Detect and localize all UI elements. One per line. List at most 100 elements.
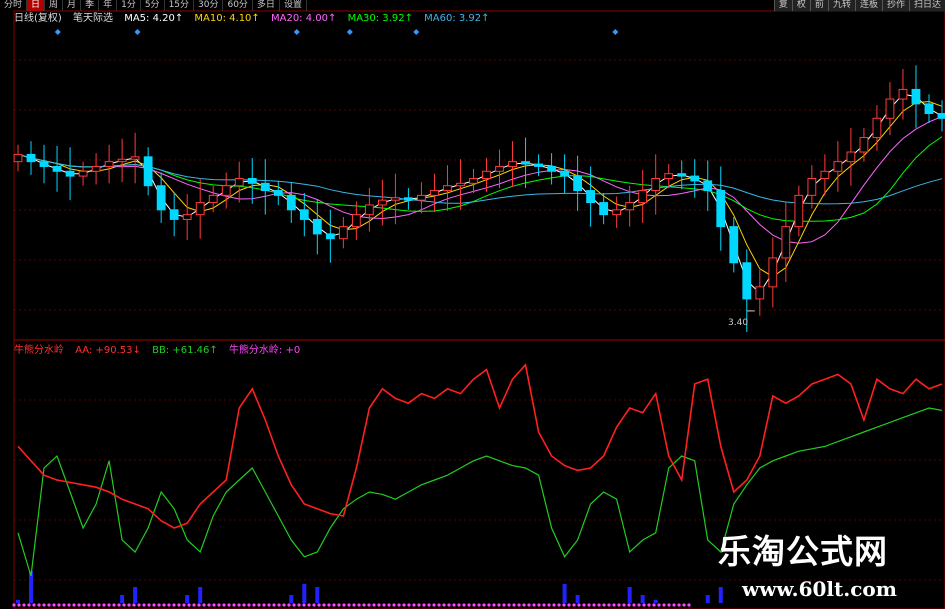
right-toolbar-item-1[interactable]: 权 xyxy=(791,0,810,11)
candle-body-32 xyxy=(430,190,439,196)
signal-marker-0 xyxy=(54,29,61,35)
baseline-dot xyxy=(112,603,116,607)
candle-body-33 xyxy=(443,185,452,192)
volume-bar-49 xyxy=(653,599,658,603)
right-toolbar: 复权前九转 连板 抄作 扫日达 xyxy=(773,0,945,11)
baseline-dot xyxy=(587,603,591,607)
watermark-title: 乐淘公式网 xyxy=(718,532,888,571)
baseline-dot xyxy=(412,603,416,607)
baseline-dot xyxy=(212,603,216,607)
candle-body-21 xyxy=(286,194,296,211)
volume-bar-21 xyxy=(289,595,294,603)
toolbar-item-4[interactable]: 季 xyxy=(81,0,100,11)
toolbar-item-12[interactable]: 设置 xyxy=(280,0,307,11)
candle-body-13 xyxy=(182,214,192,220)
baseline-dot xyxy=(392,603,396,607)
baseline-dot xyxy=(592,603,596,607)
signal-marker-1 xyxy=(134,29,141,35)
baseline-dot xyxy=(42,603,46,607)
toolbar-item-2[interactable]: 周 xyxy=(45,0,64,11)
baseline-dot xyxy=(292,603,296,607)
toolbar-item-6[interactable]: 1分 xyxy=(117,0,141,11)
baseline-dot xyxy=(417,603,421,607)
baseline-dot xyxy=(617,603,621,607)
baseline-dot xyxy=(202,603,206,607)
baseline-dot xyxy=(237,603,241,607)
baseline-dot xyxy=(227,603,231,607)
baseline-dot xyxy=(597,603,601,607)
period-label[interactable]: 日线(复权) xyxy=(14,13,62,24)
baseline-dot xyxy=(272,603,276,607)
toolbar-item-0[interactable]: 分时 xyxy=(0,0,28,11)
candle-body-52 xyxy=(690,175,700,182)
signal-marker-3 xyxy=(346,29,353,35)
baseline-dot xyxy=(217,603,221,607)
volume-bar-23 xyxy=(315,587,320,603)
signal-markers xyxy=(54,29,619,35)
candle-body-59 xyxy=(781,226,791,259)
signal-marker-2 xyxy=(293,29,300,35)
baseline-dot xyxy=(277,603,281,607)
candle-body-54 xyxy=(716,190,726,228)
toolbar-item-10[interactable]: 60分 xyxy=(223,0,253,11)
volume-bar-48 xyxy=(640,595,645,603)
candle-body-64 xyxy=(846,151,856,163)
volume-bar-22 xyxy=(302,583,307,603)
moving-average-lines xyxy=(17,93,943,294)
stock-chart[interactable] xyxy=(0,0,945,609)
baseline-dot xyxy=(297,603,301,607)
toolbar-item-3[interactable]: 月 xyxy=(63,0,82,11)
ma30-line xyxy=(17,136,943,222)
candle-body-37 xyxy=(495,165,504,172)
baseline-dot xyxy=(527,603,531,607)
right-toolbar-item-5[interactable]: 抄作 xyxy=(881,0,909,11)
toolbar-item-11[interactable]: 多日 xyxy=(253,0,280,11)
candle-body-14 xyxy=(195,202,205,216)
baseline-dot xyxy=(327,603,331,607)
candle-body-71 xyxy=(937,112,945,119)
candle-body-8 xyxy=(117,158,127,163)
toolbar-item-5[interactable]: 年 xyxy=(99,0,118,11)
baseline-dot xyxy=(47,603,51,607)
baseline-dot xyxy=(127,603,131,607)
right-toolbar-item-0[interactable]: 复 xyxy=(773,0,792,11)
period-toolbar: 分时日周月季年 1分 5分 15分 30分 60分 多日 设置 xyxy=(0,0,307,11)
candle-body-4 xyxy=(65,170,75,177)
baseline-dot xyxy=(157,603,161,607)
candle-body-23 xyxy=(312,218,322,235)
baseline-dot xyxy=(87,603,91,607)
baseline-dot xyxy=(252,603,256,607)
volume-bar-14 xyxy=(198,587,203,603)
baseline-dot xyxy=(567,603,571,607)
candle-body-12 xyxy=(169,209,179,220)
candle-body-35 xyxy=(469,178,478,184)
baseline-dot xyxy=(482,603,486,607)
baseline-dot xyxy=(492,603,496,607)
baseline-dot xyxy=(152,603,156,607)
toolbar-item-9[interactable]: 30分 xyxy=(194,0,224,11)
baseline-dot xyxy=(437,603,441,607)
baseline-dot xyxy=(117,603,121,607)
toolbar-item-7[interactable]: 5分 xyxy=(141,0,165,11)
baseline-dot xyxy=(382,603,386,607)
baseline-dot xyxy=(52,603,56,607)
baseline-dot xyxy=(472,603,476,607)
toolbar-item-8[interactable]: 15分 xyxy=(165,0,195,11)
candle-body-24 xyxy=(325,233,335,240)
baseline-dot xyxy=(197,603,201,607)
ma5-value: MA5: 4.20↑ xyxy=(124,13,184,24)
right-toolbar-item-4[interactable]: 连板 xyxy=(854,0,882,11)
baseline-dot xyxy=(432,603,436,607)
ma60-line xyxy=(17,153,943,205)
candle-body-38 xyxy=(508,161,517,167)
right-toolbar-item-2[interactable]: 前 xyxy=(809,0,828,11)
right-toolbar-item-6[interactable]: 扫日达 xyxy=(908,0,945,11)
right-toolbar-item-3[interactable]: 九转 xyxy=(827,0,855,11)
baseline-dot xyxy=(107,603,111,607)
candle-body-62 xyxy=(820,170,830,179)
candle-body-25 xyxy=(338,226,348,240)
toolbar-item-1[interactable]: 日 xyxy=(27,0,46,11)
candle-body-68 xyxy=(898,88,908,100)
baseline-dot xyxy=(387,603,391,607)
baseline-dot xyxy=(627,603,631,607)
